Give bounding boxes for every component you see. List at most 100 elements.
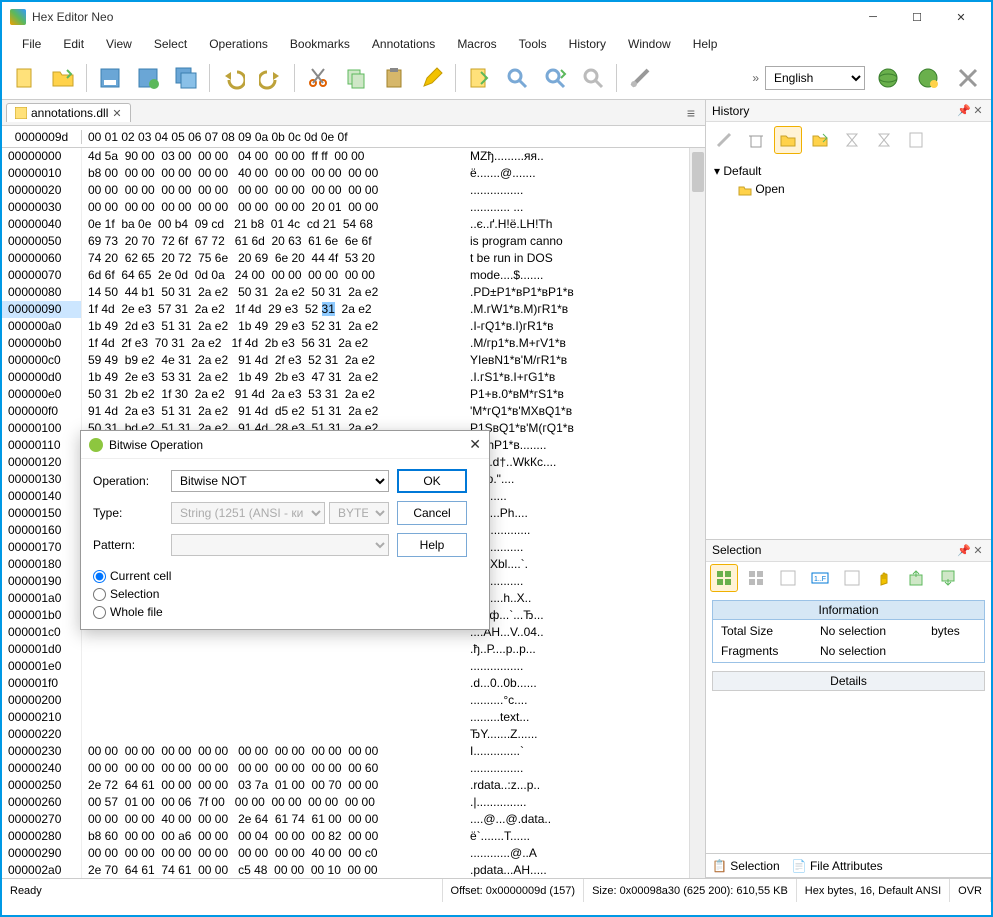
hex-row[interactable]: 000000e050 31 2b e2 1f 30 2a e2 91 4d 2a…: [2, 386, 705, 403]
open-file-icon[interactable]: [46, 61, 80, 95]
file-tab[interactable]: annotations.dll ✕: [6, 103, 131, 122]
undo-icon[interactable]: [216, 61, 250, 95]
sel-mode-1-icon[interactable]: [710, 564, 738, 592]
menu-edit[interactable]: Edit: [53, 35, 94, 53]
save-all-icon[interactable]: [169, 61, 203, 95]
hex-row[interactable]: 0000023000 00 00 00 00 00 00 00 00 00 00…: [2, 743, 705, 760]
history-clear-icon[interactable]: [710, 126, 738, 154]
hex-row[interactable]: 000000004d 5a 90 00 03 00 00 00 04 00 00…: [2, 148, 705, 165]
history-tree[interactable]: ▾ Default Open: [706, 158, 991, 539]
menu-annotations[interactable]: Annotations: [362, 35, 445, 53]
hex-row[interactable]: 000000a01b 49 2d e3 51 31 2a e2 1b 49 29…: [2, 318, 705, 335]
sel-hand-icon[interactable]: [870, 564, 898, 592]
insert-file-icon[interactable]: [462, 61, 496, 95]
radio-selection[interactable]: Selection: [93, 587, 477, 601]
history-hourglass-2-icon[interactable]: [870, 126, 898, 154]
menu-tools[interactable]: Tools: [509, 35, 557, 53]
ok-button[interactable]: OK: [397, 469, 467, 493]
history-doc-icon[interactable]: [902, 126, 930, 154]
menu-operations[interactable]: Operations: [199, 35, 278, 53]
tools-icon[interactable]: [951, 61, 985, 95]
hex-row[interactable]: 00000210.........text...: [2, 709, 705, 726]
hex-row[interactable]: 000000c059 49 b9 e2 4e 31 2a e2 91 4d 2f…: [2, 352, 705, 369]
hex-row[interactable]: 0000002000 00 00 00 00 00 00 00 00 00 00…: [2, 182, 705, 199]
settings-icon[interactable]: [623, 61, 657, 95]
sel-mode-3-icon[interactable]: [774, 564, 802, 592]
find-prev-icon[interactable]: [576, 61, 610, 95]
hex-row[interactable]: 00000010b8 00 00 00 00 00 00 00 40 00 00…: [2, 165, 705, 182]
panel-close-icon[interactable]: ✕: [971, 104, 985, 117]
history-folder-1-icon[interactable]: [774, 126, 802, 154]
sel-mode-4-icon[interactable]: [838, 564, 866, 592]
copy-icon[interactable]: [339, 61, 373, 95]
radio-current-cell[interactable]: Current cell: [93, 569, 477, 583]
hex-row[interactable]: 000001d0.ђ..Р....р..р...: [2, 641, 705, 658]
menu-history[interactable]: History: [559, 35, 616, 53]
hex-row[interactable]: 0000029000 00 00 00 00 00 00 00 00 00 00…: [2, 845, 705, 862]
hex-row[interactable]: 00000220ЂY.......Z......: [2, 726, 705, 743]
tab-file-attributes[interactable]: 📄 File Attributes: [792, 859, 883, 873]
new-file-icon[interactable]: [8, 61, 42, 95]
hex-row[interactable]: 000000b01f 4d 2f e3 70 31 2a e2 1f 4d 2b…: [2, 335, 705, 352]
globe-1-icon[interactable]: [871, 61, 905, 95]
redo-icon[interactable]: [254, 61, 288, 95]
selection-details-button[interactable]: Details: [712, 671, 985, 691]
maximize-button[interactable]: ☐: [895, 3, 939, 31]
pin-icon[interactable]: 📌: [957, 104, 971, 117]
paste-icon[interactable]: [377, 61, 411, 95]
sel-export-icon[interactable]: [902, 564, 930, 592]
minimize-button[interactable]: ─: [851, 3, 895, 31]
hex-row[interactable]: 0000026000 57 01 00 00 06 7f 00 00 00 00…: [2, 794, 705, 811]
hex-row[interactable]: 0000008014 50 44 b1 50 31 2a e2 50 31 2a…: [2, 284, 705, 301]
find-icon[interactable]: [500, 61, 534, 95]
hex-row[interactable]: 00000200..........°c....: [2, 692, 705, 709]
menu-window[interactable]: Window: [618, 35, 681, 53]
operation-select[interactable]: Bitwise NOT: [171, 470, 389, 492]
hex-row[interactable]: 000002a02e 70 64 61 74 61 00 00 c5 48 00…: [2, 862, 705, 878]
hex-row[interactable]: 0000005069 73 20 70 72 6f 67 72 61 6d 20…: [2, 233, 705, 250]
hex-row[interactable]: 0000003000 00 00 00 00 00 00 00 00 00 00…: [2, 199, 705, 216]
save-as-icon[interactable]: [131, 61, 165, 95]
cut-icon[interactable]: [301, 61, 335, 95]
help-button[interactable]: Help: [397, 533, 467, 557]
hex-row[interactable]: 000000901f 4d 2e e3 57 31 2a e2 1f 4d 29…: [2, 301, 705, 318]
sel-mode-2-icon[interactable]: [742, 564, 770, 592]
hex-row[interactable]: 0000027000 00 00 00 40 00 00 00 2e 64 61…: [2, 811, 705, 828]
hex-row[interactable]: 0000024000 00 00 00 00 00 00 00 00 00 00…: [2, 760, 705, 777]
close-button[interactable]: ✕: [939, 3, 983, 31]
hex-row[interactable]: 000002502e 72 64 61 00 00 00 00 03 7a 01…: [2, 777, 705, 794]
menu-view[interactable]: View: [96, 35, 142, 53]
menu-help[interactable]: Help: [683, 35, 728, 53]
vertical-scrollbar[interactable]: [689, 148, 705, 878]
hex-row[interactable]: 000000400e 1f ba 0e 00 b4 09 cd 21 b8 01…: [2, 216, 705, 233]
language-select[interactable]: English: [765, 66, 865, 90]
sel-import-icon[interactable]: [934, 564, 962, 592]
history-hourglass-1-icon[interactable]: [838, 126, 866, 154]
history-folder-2-icon[interactable]: [806, 126, 834, 154]
find-next-icon[interactable]: [538, 61, 572, 95]
toolbar-expand-icon[interactable]: »: [752, 71, 759, 85]
hex-row[interactable]: 000000706d 6f 64 65 2e 0d 0d 0a 24 00 00…: [2, 267, 705, 284]
panel-close-icon[interactable]: ✕: [971, 544, 985, 557]
pin-icon[interactable]: 📌: [957, 544, 971, 557]
menu-bookmarks[interactable]: Bookmarks: [280, 35, 360, 53]
hex-row[interactable]: 00000280b8 60 00 00 00 a6 00 00 00 04 00…: [2, 828, 705, 845]
edit-icon[interactable]: [415, 61, 449, 95]
cancel-button[interactable]: Cancel: [397, 501, 467, 525]
hex-row[interactable]: 0000006074 20 62 65 20 72 75 6e 20 69 6e…: [2, 250, 705, 267]
hex-row[interactable]: 000000d01b 49 2e e3 53 31 2a e2 1b 49 2b…: [2, 369, 705, 386]
globe-2-icon[interactable]: [911, 61, 945, 95]
tab-selection[interactable]: 📋 Selection: [712, 859, 780, 873]
dialog-close-icon[interactable]: ✕: [469, 436, 481, 453]
tab-close-icon[interactable]: ✕: [112, 107, 121, 120]
tab-menu-icon[interactable]: ≡: [687, 105, 701, 121]
menu-macros[interactable]: Macros: [447, 35, 506, 53]
hex-row[interactable]: 000001e0................: [2, 658, 705, 675]
save-icon[interactable]: [93, 61, 127, 95]
hex-row[interactable]: 000000f091 4d 2a e3 51 31 2a e2 91 4d d5…: [2, 403, 705, 420]
sel-range-icon[interactable]: 1..F: [806, 564, 834, 592]
history-trash-icon[interactable]: [742, 126, 770, 154]
menu-select[interactable]: Select: [144, 35, 197, 53]
history-open-node[interactable]: Open: [755, 182, 784, 196]
hex-row[interactable]: 000001f0.d...0..0b......: [2, 675, 705, 692]
